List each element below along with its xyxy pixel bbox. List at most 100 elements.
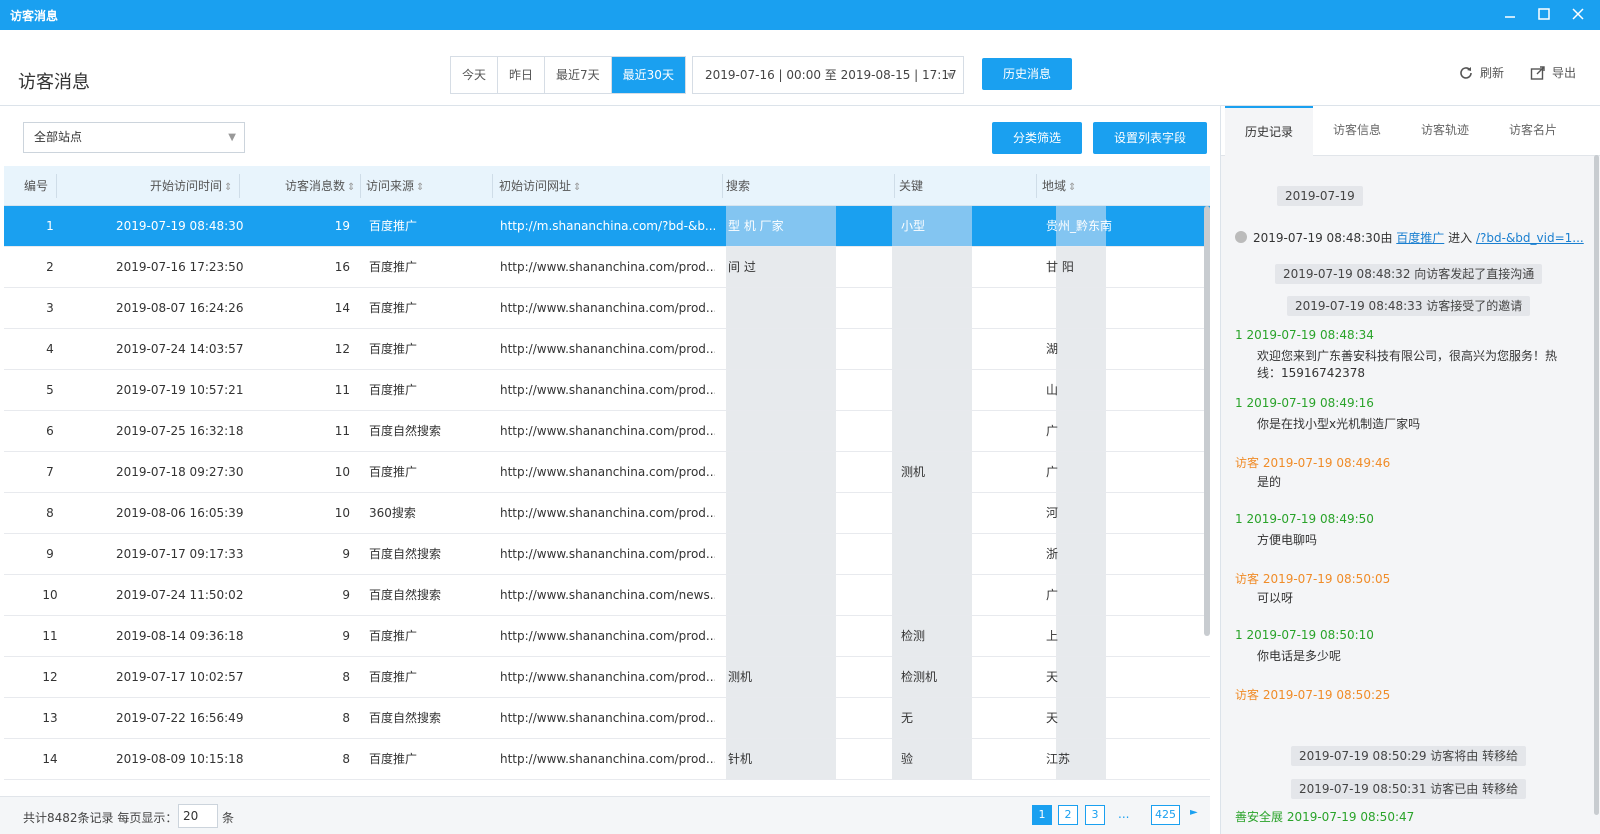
next-page-icon[interactable]: ► <box>1190 807 1198 818</box>
tab-visitor-info[interactable]: 访客信息 <box>1313 106 1401 156</box>
cell-source: 百度自然搜索 <box>369 588 442 602</box>
col-header-keyword[interactable]: 关键 <box>899 166 923 206</box>
history-messages-button[interactable]: 历史消息 <box>982 58 1072 90</box>
cell-region: 江苏 <box>1046 752 1071 766</box>
range-tab-30days[interactable]: 最近30天 <box>611 57 685 93</box>
range-tab-today[interactable]: 今天 <box>451 57 499 93</box>
site-select[interactable]: 全部站点 ▼ <box>23 122 245 153</box>
cell-url: http://www.shananchina.com/prod... <box>500 711 715 725</box>
history-panel: 历史记录 访客信息 访客轨迹 访客名片 2019-07-19 2019-07-1… <box>1220 106 1600 834</box>
cell-region: 上 <box>1046 629 1059 643</box>
cell-source: 百度推广 <box>369 383 418 397</box>
page-header: 访客消息 今天 昨日 最近7天 最近30天 2019-07-16 | 00:00… <box>0 30 1600 106</box>
message-body: 是的 <box>1257 475 1282 489</box>
table-row[interactable]: 11 2019-08-14 09:36:18 9 百度推广 http://www.sha… <box>4 616 1210 657</box>
tab-visitor-track[interactable]: 访客轨迹 <box>1401 106 1489 156</box>
table-footer: 共计8482条记录 每页显示： 20 条 1 2 3 ... 425 ► <box>0 796 1210 834</box>
cell-num: 2 <box>46 260 54 274</box>
export-button[interactable]: 导出 <box>1530 64 1576 81</box>
date-range-picker[interactable]: 2019-07-16 | 00:00 至 2019-08-15 | 17:17 … <box>692 56 964 94</box>
cell-start-time: 2019-08-09 10:15:18 <box>116 752 244 766</box>
table-row[interactable]: 7 2019-07-18 09:27:30 10 百度推广 http://www.sha… <box>4 452 1210 493</box>
table-row[interactable]: 3 2019-08-07 16:24:26 14 百度推广 http://www.sha… <box>4 288 1210 329</box>
visitor-table: 编号 开始访问时间 ⇕ 访客消息数 ⇕ 访问来源 ⇕ 初始访问网址 ⇕ 搜索 关键 地域… <box>4 166 1210 796</box>
close-icon[interactable] <box>1568 4 1588 24</box>
table-row[interactable]: 8 2019-08-06 16:05:39 10 360搜索 http://www.sh… <box>4 493 1210 534</box>
message-head: 访客 2019-07-19 08:50:25 <box>1235 688 1391 702</box>
cell-msg-count: 8 <box>342 711 350 725</box>
table-row[interactable]: 5 2019-07-19 10:57:21 11 百度推广 http://www.sha… <box>4 370 1210 411</box>
redaction-blur <box>892 534 972 574</box>
entry-url-link[interactable]: /?bd-&bd_vid=1... <box>1476 231 1584 245</box>
col-header-msg-count[interactable]: 访客消息数 ⇕ <box>285 166 355 206</box>
table-row[interactable]: 14 2019-08-09 10:15:18 8 百度推广 http://www.sha… <box>4 739 1210 780</box>
per-page-input[interactable]: 20 <box>178 804 218 828</box>
cell-msg-count: 12 <box>334 342 350 356</box>
entry-source-link[interactable]: 百度推广 <box>1396 231 1444 245</box>
col-header-num[interactable]: 编号 <box>24 166 48 206</box>
cell-msg-count: 9 <box>342 547 350 561</box>
col-header-region[interactable]: 地域 ⇕ <box>1042 166 1076 206</box>
maximize-icon[interactable] <box>1534 4 1554 24</box>
redaction-blur <box>892 493 972 533</box>
col-header-source[interactable]: 访问来源 ⇕ <box>366 166 424 206</box>
table-row[interactable]: 6 2019-07-25 16:32:18 11 百度自然搜索 http://www.s… <box>4 411 1210 452</box>
message-body: 可以呀 <box>1257 591 1294 605</box>
cell-url: http://m.shananchina.com/?bd-&b... <box>500 219 715 233</box>
page-last-button[interactable]: 425 <box>1151 805 1180 825</box>
cell-source: 百度推广 <box>369 301 418 315</box>
classify-filter-button[interactable]: 分类筛选 <box>992 122 1082 154</box>
cell-url: http://www.shananchina.com/prod... <box>500 670 715 684</box>
col-header-search[interactable]: 搜索 <box>726 166 750 206</box>
cell-region: 甘 阳 <box>1046 260 1074 274</box>
refresh-button[interactable]: 刷新 <box>1458 64 1504 81</box>
redaction-blur <box>726 452 836 492</box>
cell-source: 百度自然搜索 <box>369 547 442 561</box>
cell-start-time: 2019-07-24 11:50:02 <box>116 588 244 602</box>
cell-source: 百度自然搜索 <box>369 711 442 725</box>
message-head: 1 2019-07-19 08:48:34 <box>1235 328 1374 342</box>
cell-start-time: 2019-07-16 17:23:50 <box>116 260 244 274</box>
date-pill: 2019-07-19 <box>1277 186 1363 206</box>
redaction-blur <box>892 329 972 369</box>
tab-history[interactable]: 历史记录 <box>1225 106 1313 156</box>
cell-start-time: 2019-07-17 10:02:57 <box>116 670 244 684</box>
table-row[interactable]: 2 2019-07-16 17:23:50 16 百度推广 http://www.sha… <box>4 247 1210 288</box>
col-header-start-time[interactable]: 开始访问时间 ⇕ <box>150 166 232 206</box>
page-1-button[interactable]: 1 <box>1032 805 1052 825</box>
table-scrollbar[interactable] <box>1204 206 1210 636</box>
date-range-tabs: 今天 昨日 最近7天 最近30天 <box>450 56 686 94</box>
cell-url: http://www.shananchina.com/prod... <box>500 629 715 643</box>
set-columns-button[interactable]: 设置列表字段 <box>1093 122 1207 154</box>
tab-visitor-card[interactable]: 访客名片 <box>1489 106 1577 156</box>
table-row[interactable]: 4 2019-07-24 14:03:57 12 百度推广 http://www.sha… <box>4 329 1210 370</box>
cell-msg-count: 10 <box>334 465 350 479</box>
message-head: 1 2019-07-19 08:49:16 <box>1235 396 1374 410</box>
page-3-button[interactable]: 3 <box>1085 805 1105 825</box>
pager-ellipsis: ... <box>1118 807 1130 821</box>
table-row[interactable]: 1 2019-07-19 08:48:30 19 百度推广 http://m.shana… <box>4 206 1210 247</box>
total-records-text: 共计8482条记录 每页显示： <box>23 811 178 825</box>
cell-url: http://www.shananchina.com/prod... <box>500 342 715 356</box>
table-row[interactable]: 9 2019-07-17 09:17:33 9 百度自然搜索 http://www.sh… <box>4 534 1210 575</box>
table-row[interactable]: 13 2019-07-22 16:56:49 8 百度自然搜索 http://www.s… <box>4 698 1210 739</box>
minimize-icon[interactable] <box>1500 4 1520 24</box>
range-tab-yesterday[interactable]: 昨日 <box>498 57 546 93</box>
page-2-button[interactable]: 2 <box>1058 805 1078 825</box>
redaction-blur <box>892 288 972 328</box>
cell-source: 百度推广 <box>369 629 418 643</box>
redaction-blur <box>892 247 972 287</box>
table-row[interactable]: 10 2019-07-24 11:50:02 9 百度自然搜索 http://www.s… <box>4 575 1210 616</box>
cell-region: 河 <box>1046 506 1059 520</box>
range-tab-7days[interactable]: 最近7天 <box>545 57 612 93</box>
cell-msg-count: 8 <box>342 752 350 766</box>
cell-num: 8 <box>46 506 54 520</box>
cell-region: 广 <box>1046 588 1059 602</box>
table-row[interactable]: 12 2019-07-17 10:02:57 8 百度推广 http://www.sha… <box>4 657 1210 698</box>
history-scrollbar[interactable] <box>1594 155 1599 815</box>
col-header-url[interactable]: 初始访问网址 ⇕ <box>499 166 581 206</box>
page-title: 访客消息 <box>18 72 90 93</box>
export-label: 导出 <box>1552 66 1577 80</box>
cell-url: http://www.shananchina.com/prod... <box>500 506 715 520</box>
message-head: 1 2019-07-19 08:50:10 <box>1235 628 1374 642</box>
